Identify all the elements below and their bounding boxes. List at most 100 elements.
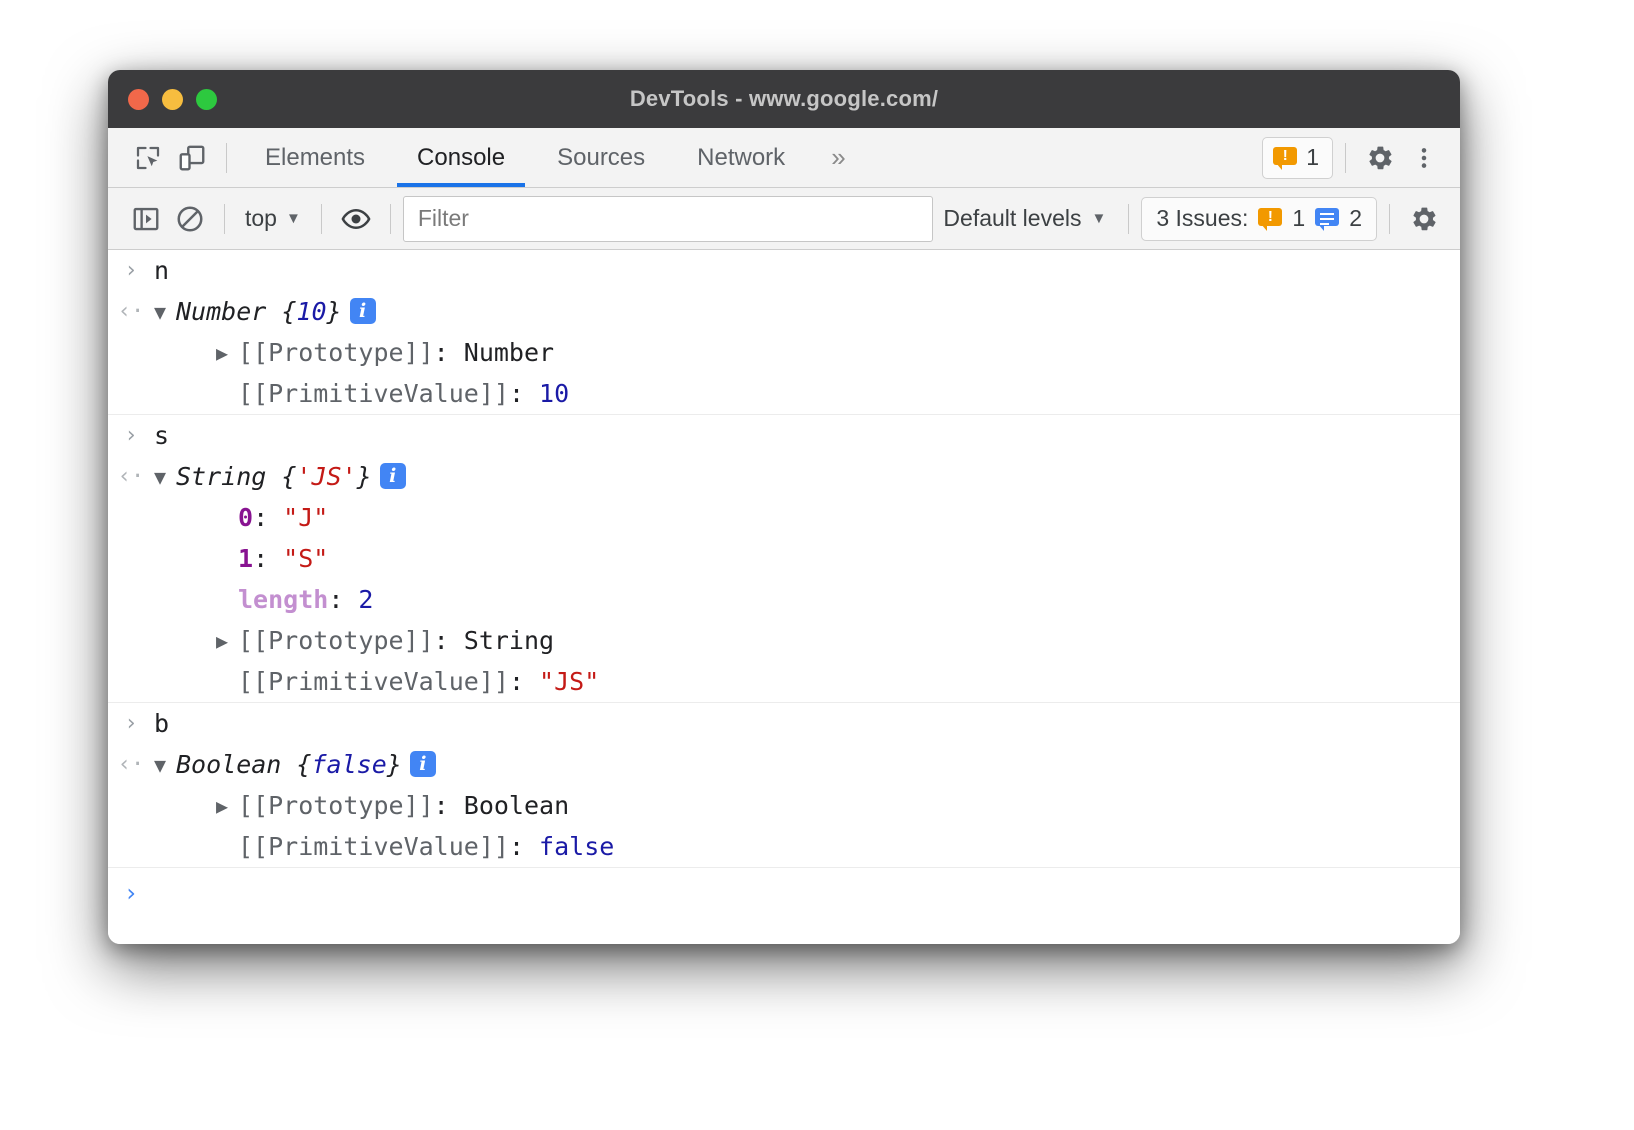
info-badge-icon[interactable]: i — [410, 751, 436, 777]
preview-close-brace: } — [387, 750, 402, 779]
issues-label: 3 Issues: — [1156, 205, 1248, 232]
preview-open-brace: { — [296, 750, 311, 779]
devtools-window: DevTools - www.google.com/ Elements Cons… — [108, 70, 1460, 944]
property-separator: : — [253, 503, 283, 532]
object-property-row[interactable]: ▶[[Prototype]]: Number — [108, 332, 1460, 373]
console-output-row[interactable]: ‹·▼String {'JS'}i — [108, 456, 1460, 497]
object-property-row[interactable]: 0: "J" — [108, 497, 1460, 538]
object-property-row[interactable]: [[PrimitiveValue]]: false — [108, 826, 1460, 867]
object-property-row[interactable]: [[PrimitiveValue]]: "JS" — [108, 661, 1460, 702]
expand-toggle-icon[interactable]: ▶ — [216, 788, 238, 824]
expand-toggle-icon[interactable]: ▼ — [154, 294, 176, 330]
log-levels-selector[interactable]: Default levels ▼ — [933, 201, 1116, 236]
object-property-row[interactable]: 1: "S" — [108, 538, 1460, 579]
console-input-row[interactable]: ›b — [108, 703, 1460, 744]
output-chevron-icon: ‹· — [108, 459, 154, 495]
property-separator: : — [509, 832, 539, 861]
expand-toggle-icon[interactable]: ▶ — [216, 335, 238, 371]
execution-context-selector[interactable]: top ▼ — [237, 201, 309, 236]
console-toolbar-divider-4 — [1128, 204, 1129, 234]
property-separator: : — [509, 379, 539, 408]
property-text: length: 2 — [154, 582, 1460, 618]
close-window-button[interactable] — [128, 89, 149, 110]
warning-badge-icon: ! — [1273, 147, 1297, 169]
console-group: ›s‹·▼String {'JS'}i0: "J"1: "S"length: 2… — [108, 415, 1460, 703]
tab-sources[interactable]: Sources — [531, 128, 671, 187]
panel-tabs: Elements Console Sources Network » — [239, 128, 864, 187]
console-sidebar-icon[interactable] — [124, 197, 168, 241]
expand-toggle-icon[interactable]: ▼ — [154, 747, 176, 783]
preview-value: 10 — [296, 297, 326, 326]
tab-elements[interactable]: Elements — [239, 128, 391, 187]
property-text: ▶[[Prototype]]: Boolean — [154, 788, 1460, 824]
property-value: Number — [464, 338, 554, 367]
property-text: ▶[[Prototype]]: String — [154, 623, 1460, 659]
more-vertical-icon[interactable] — [1402, 136, 1446, 180]
gear-icon[interactable] — [1358, 136, 1402, 180]
property-key: [[Prototype]] — [238, 626, 434, 655]
tabbar-right-divider — [1345, 143, 1346, 173]
property-separator: : — [328, 585, 358, 614]
console-input-row[interactable]: ›s — [108, 415, 1460, 456]
console-input-expression: b — [154, 706, 1460, 742]
property-text: 1: "S" — [154, 541, 1460, 577]
expand-toggle-icon[interactable]: ▼ — [154, 459, 176, 495]
console-group: ›b‹·▼Boolean {false}i▶[[Prototype]]: Boo… — [108, 703, 1460, 868]
console-settings-icon[interactable] — [1402, 197, 1446, 241]
property-key: 0 — [238, 503, 253, 532]
zoom-window-button[interactable] — [196, 89, 217, 110]
console-output-row[interactable]: ‹·▼Boolean {false}i — [108, 744, 1460, 785]
object-preview: ▼String {'JS'}i — [154, 459, 1460, 495]
object-property-row[interactable]: length: 2 — [108, 579, 1460, 620]
console-input-row[interactable]: ›n — [108, 250, 1460, 291]
property-separator: : — [509, 667, 539, 696]
console-message-list[interactable]: ›n‹·▼Number {10}i▶[[Prototype]]: Number[… — [108, 250, 1460, 944]
preview-close-brace: } — [357, 462, 372, 491]
live-expression-icon[interactable] — [334, 197, 378, 241]
info-badge-icon[interactable]: i — [380, 463, 406, 489]
output-chevron-icon: ‹· — [108, 294, 154, 330]
tab-console[interactable]: Console — [391, 128, 531, 187]
tab-network[interactable]: Network — [671, 128, 811, 187]
property-key: [[PrimitiveValue]] — [238, 832, 509, 861]
console-prompt-row[interactable]: › — [108, 868, 1460, 912]
property-key: [[Prototype]] — [238, 338, 434, 367]
info-badge-icon — [1315, 208, 1339, 230]
property-key: [[PrimitiveValue]] — [238, 667, 509, 696]
property-value: false — [539, 832, 614, 861]
clear-console-icon[interactable] — [168, 197, 212, 241]
console-toolbar-divider-2 — [321, 204, 322, 234]
property-value: "S" — [283, 544, 328, 573]
window-title: DevTools - www.google.com/ — [108, 86, 1460, 112]
expand-toggle-icon[interactable]: ▶ — [216, 623, 238, 659]
object-property-row[interactable]: ▶[[Prototype]]: Boolean — [108, 785, 1460, 826]
inspect-element-icon[interactable] — [126, 136, 170, 180]
property-key: [[PrimitiveValue]] — [238, 379, 509, 408]
chevron-down-icon: ▼ — [286, 210, 301, 227]
property-value: "J" — [283, 503, 328, 532]
prompt-chevron-icon: › — [108, 879, 154, 907]
input-chevron-icon: › — [108, 418, 154, 454]
preview-value: 'JS' — [296, 462, 356, 491]
property-value: String — [464, 626, 554, 655]
warning-count-chip[interactable]: ! 1 — [1262, 137, 1333, 179]
property-key: 1 — [238, 544, 253, 573]
input-chevron-icon: › — [108, 706, 154, 742]
property-separator: : — [434, 626, 464, 655]
device-toolbar-icon[interactable] — [170, 136, 214, 180]
console-input-expression: n — [154, 253, 1460, 289]
console-toolbar: top ▼ Default levels ▼ 3 Issues: ! — [108, 188, 1460, 250]
tabbar-divider — [226, 143, 227, 173]
issues-summary-chip[interactable]: 3 Issues: ! 1 2 — [1141, 197, 1377, 241]
minimize-window-button[interactable] — [162, 89, 183, 110]
object-property-row[interactable]: ▶[[Prototype]]: String — [108, 620, 1460, 661]
object-property-row[interactable]: [[PrimitiveValue]]: 10 — [108, 373, 1460, 414]
more-tabs-icon[interactable]: » — [811, 142, 863, 173]
tabbar-right-actions: ! 1 — [1262, 136, 1446, 180]
property-key: [[Prototype]] — [238, 791, 434, 820]
property-text: 0: "J" — [154, 500, 1460, 536]
info-badge-icon[interactable]: i — [350, 298, 376, 324]
filter-input[interactable] — [403, 196, 934, 242]
console-output-row[interactable]: ‹·▼Number {10}i — [108, 291, 1460, 332]
property-separator: : — [253, 544, 283, 573]
